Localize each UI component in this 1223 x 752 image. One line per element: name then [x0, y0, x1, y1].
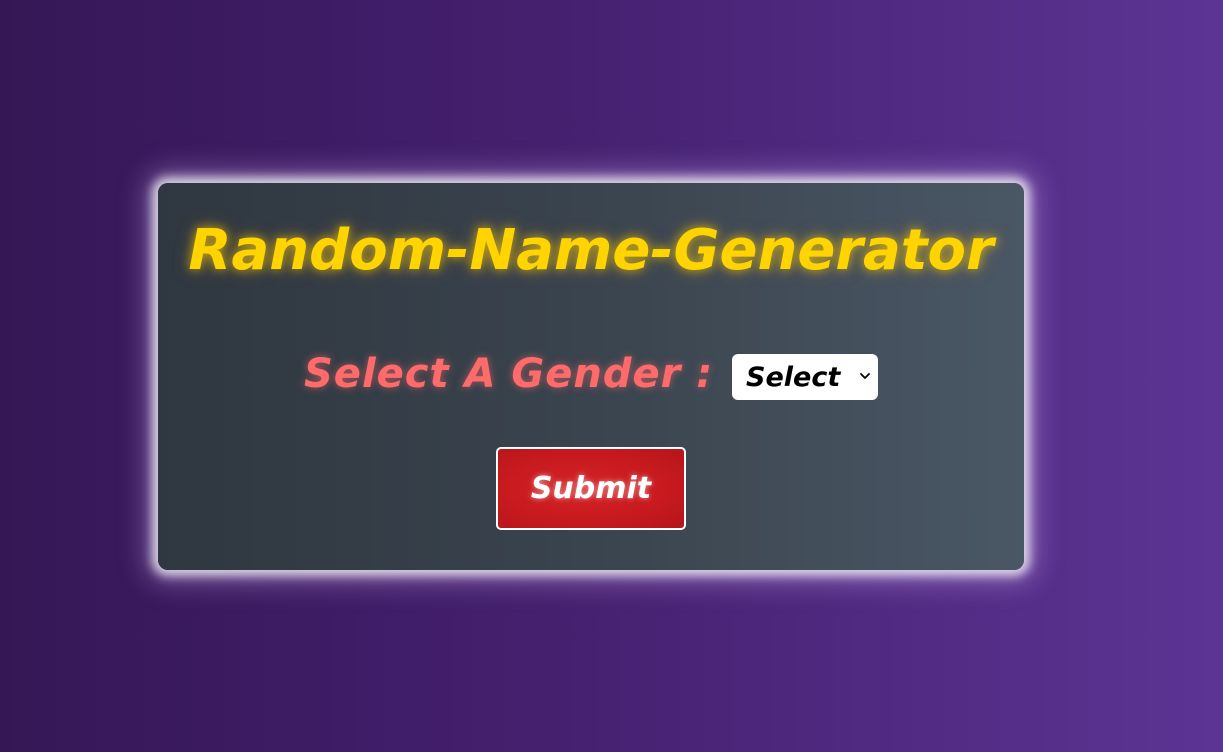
gender-label: Select A Gender :	[304, 351, 714, 397]
submit-button-label: Submit	[530, 470, 652, 506]
generator-card: Random-Name-Generator Select A Gender : …	[158, 183, 1024, 570]
gender-select-value: Select	[746, 361, 841, 393]
gender-select[interactable]: Select	[732, 354, 878, 400]
submit-button[interactable]: Submit	[496, 447, 686, 530]
page-title: Random-Name-Generator	[188, 218, 994, 283]
chevron-down-icon	[859, 368, 871, 384]
